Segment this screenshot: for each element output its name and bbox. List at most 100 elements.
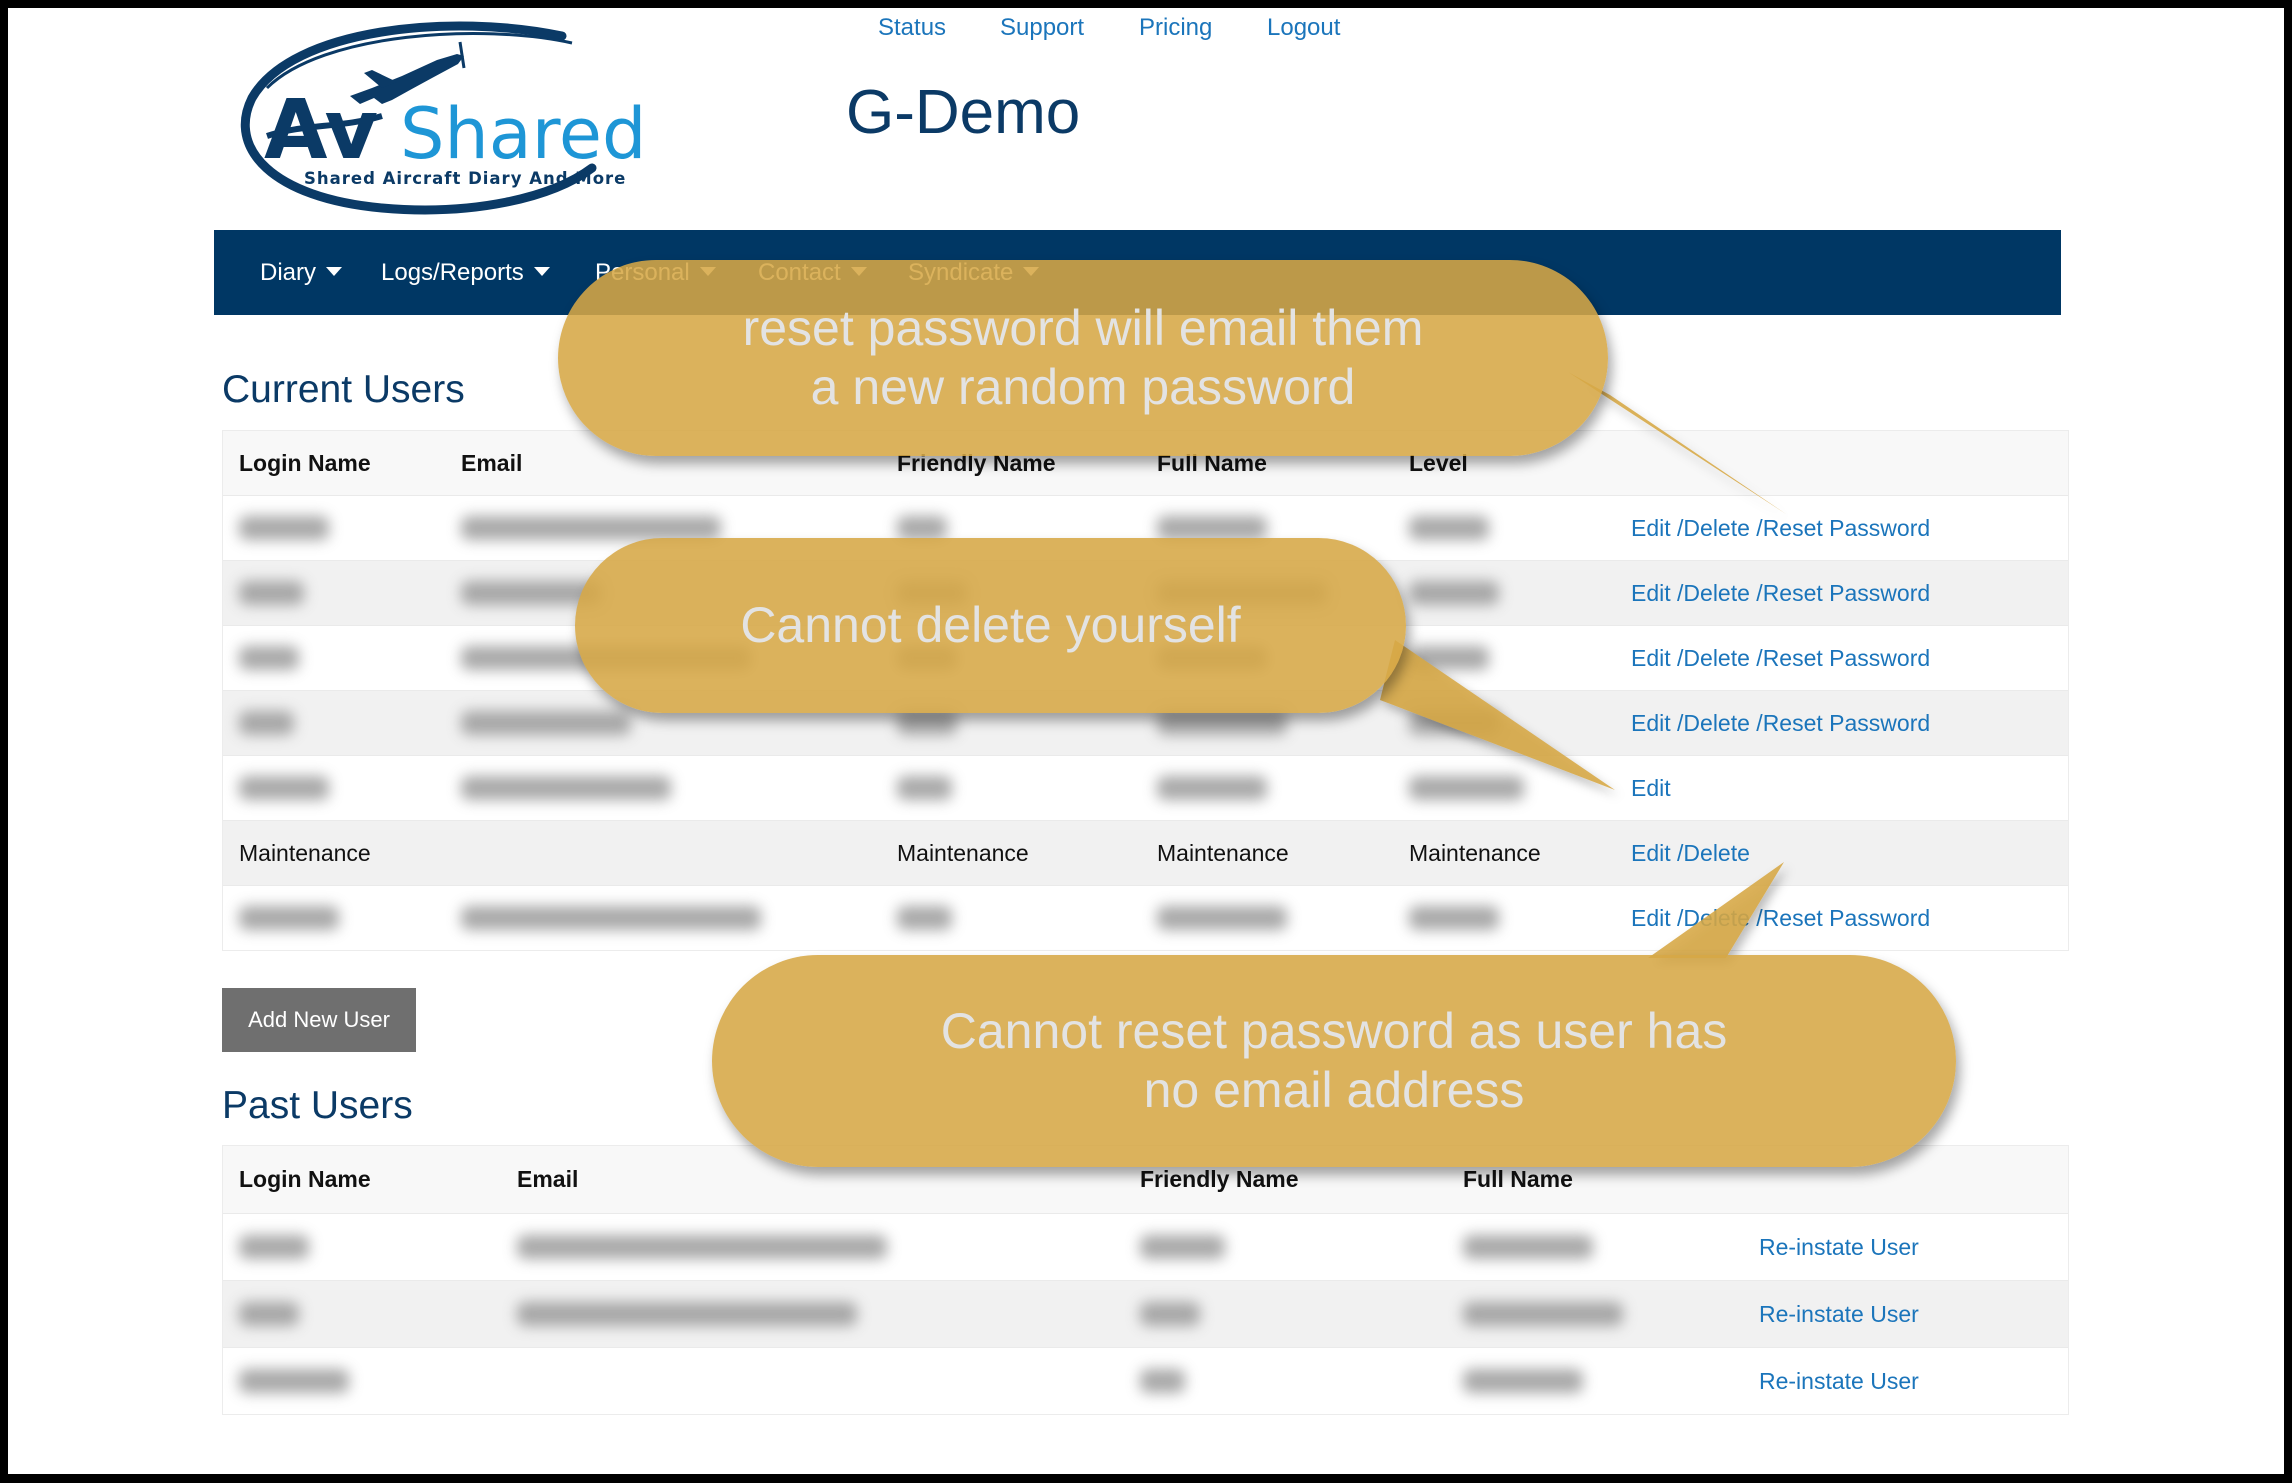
redacted-value	[517, 1302, 857, 1326]
cell-level	[1409, 496, 1489, 560]
cell-friendly	[1140, 1281, 1200, 1347]
reset-password-link[interactable]: Reset Password	[1763, 645, 1930, 672]
pricing-link[interactable]: Pricing	[1139, 14, 1212, 42]
cell-level	[1409, 626, 1489, 690]
redacted-value	[1409, 646, 1489, 670]
cell-friendly	[1140, 1214, 1225, 1280]
callout-cannot-delete-yourself: Cannot delete yourself	[575, 538, 1406, 713]
cell-level: Maintenance	[1409, 839, 1541, 866]
edit-link[interactable]: Edit /	[1631, 645, 1683, 672]
redacted-value	[239, 1235, 309, 1259]
column-header-login: Login Name	[239, 1166, 371, 1192]
status-link[interactable]: Status	[878, 14, 946, 42]
redacted-value	[1157, 711, 1287, 735]
delete-link[interactable]: Delete /	[1683, 580, 1762, 607]
redacted-value	[461, 906, 761, 930]
delete-link[interactable]: Delete /	[1683, 905, 1762, 932]
cell-level	[1409, 691, 1499, 755]
cell-friendly	[897, 886, 952, 950]
redacted-value	[1409, 516, 1489, 540]
edit-link[interactable]: Edit	[1631, 775, 1671, 802]
callout-text: Cannot delete yourself	[740, 597, 1241, 653]
column-header-email: Email	[517, 1166, 579, 1192]
caret-down-icon	[326, 267, 343, 277]
support-link[interactable]: Support	[1000, 14, 1084, 42]
redacted-value	[1140, 1302, 1200, 1326]
edit-link[interactable]: Edit /	[1631, 710, 1683, 737]
cell-actions: Edit / Delete / Reset Password	[1631, 561, 1930, 625]
cell-actions: Edit / Delete / Reset Password	[1631, 886, 1930, 950]
logo-brand-dark: Av	[264, 83, 378, 178]
edit-link[interactable]: Edit /	[1631, 840, 1683, 867]
reset-password-link[interactable]: Reset Password	[1763, 710, 1930, 737]
avshared-logo[interactable]: Av Shared Shared Aircraft Diary And More	[232, 18, 652, 218]
cell-level	[1409, 886, 1499, 950]
past-users-table: Login Name Email Friendly Name Full Name…	[222, 1145, 2069, 1415]
redacted-value	[1463, 1369, 1583, 1393]
cell-login	[239, 496, 329, 560]
redacted-value	[239, 711, 294, 735]
cell-level	[1409, 756, 1524, 820]
redacted-value	[897, 776, 952, 800]
cell-login	[239, 626, 299, 690]
cell-actions: Re-instate User	[1759, 1214, 1919, 1280]
redacted-value	[1157, 906, 1287, 930]
delete-link[interactable]: Delete	[1683, 840, 1749, 867]
table-row: Edit / Delete / Reset Password	[223, 885, 2068, 950]
current-users-heading: Current Users	[222, 368, 465, 411]
redacted-value	[1463, 1235, 1593, 1259]
reset-password-link[interactable]: Reset Password	[1763, 515, 1930, 542]
cell-full	[1463, 1348, 1583, 1414]
redacted-value	[239, 1302, 299, 1326]
callout-text: Cannot reset password as user has no ema…	[940, 1003, 1728, 1118]
cell-email	[461, 756, 671, 820]
edit-link[interactable]: Edit /	[1631, 515, 1683, 542]
cell-actions: Edit / Delete / Reset Password	[1631, 626, 1930, 690]
table-row: Re-instate User	[223, 1280, 2068, 1347]
redacted-value	[517, 1235, 887, 1259]
past-users-heading: Past Users	[222, 1084, 413, 1127]
cell-login	[239, 561, 304, 625]
redacted-value	[1140, 1235, 1225, 1259]
delete-link[interactable]: Delete /	[1683, 645, 1762, 672]
edit-link[interactable]: Edit /	[1631, 580, 1683, 607]
cell-actions: Edit	[1631, 756, 1671, 820]
nav-item-label: Logs/Reports	[381, 259, 524, 286]
cell-actions: Edit / Delete	[1631, 821, 1750, 885]
redacted-value	[461, 516, 721, 540]
reset-password-link[interactable]: Reset Password	[1763, 905, 1930, 932]
redacted-value	[1157, 776, 1267, 800]
nav-item-diary[interactable]: Diary	[260, 230, 343, 315]
cell-full: Maintenance	[1157, 839, 1289, 866]
delete-link[interactable]: Delete /	[1683, 710, 1762, 737]
page-title: G-Demo	[846, 78, 1081, 147]
reset-password-link[interactable]: Reset Password	[1763, 580, 1930, 607]
logo-brand-light: Shared	[400, 93, 646, 175]
cell-full	[1463, 1281, 1623, 1347]
logout-link[interactable]: Logout	[1267, 14, 1340, 42]
logo-tagline: Shared Aircraft Diary And More	[304, 169, 626, 188]
reinstate-user-link[interactable]: Re-instate User	[1759, 1301, 1919, 1328]
cell-email	[517, 1214, 887, 1280]
redacted-value	[461, 776, 671, 800]
nav-item-logs-reports[interactable]: Logs/Reports	[381, 230, 550, 315]
redacted-value	[461, 711, 631, 735]
redacted-value	[1463, 1302, 1623, 1326]
reinstate-user-link[interactable]: Re-instate User	[1759, 1368, 1919, 1395]
cell-full	[1463, 1214, 1593, 1280]
edit-link[interactable]: Edit /	[1631, 905, 1683, 932]
cell-actions: Edit / Delete / Reset Password	[1631, 691, 1930, 755]
reinstate-user-link[interactable]: Re-instate User	[1759, 1234, 1919, 1261]
callout-no-email-address: Cannot reset password as user has no ema…	[712, 955, 1956, 1167]
add-new-user-button[interactable]: Add New User	[222, 988, 416, 1052]
cell-full	[1157, 756, 1267, 820]
redacted-value	[239, 516, 329, 540]
redacted-value	[1140, 1369, 1185, 1393]
callout-reset-password: reset password will email them a new ran…	[558, 260, 1608, 456]
nav-item-label: Diary	[260, 259, 317, 286]
column-header-email: Email	[461, 449, 523, 476]
cell-login: Maintenance	[239, 839, 371, 866]
delete-link[interactable]: Delete /	[1683, 515, 1762, 542]
redacted-value	[1409, 711, 1499, 735]
cell-login	[239, 1214, 309, 1280]
